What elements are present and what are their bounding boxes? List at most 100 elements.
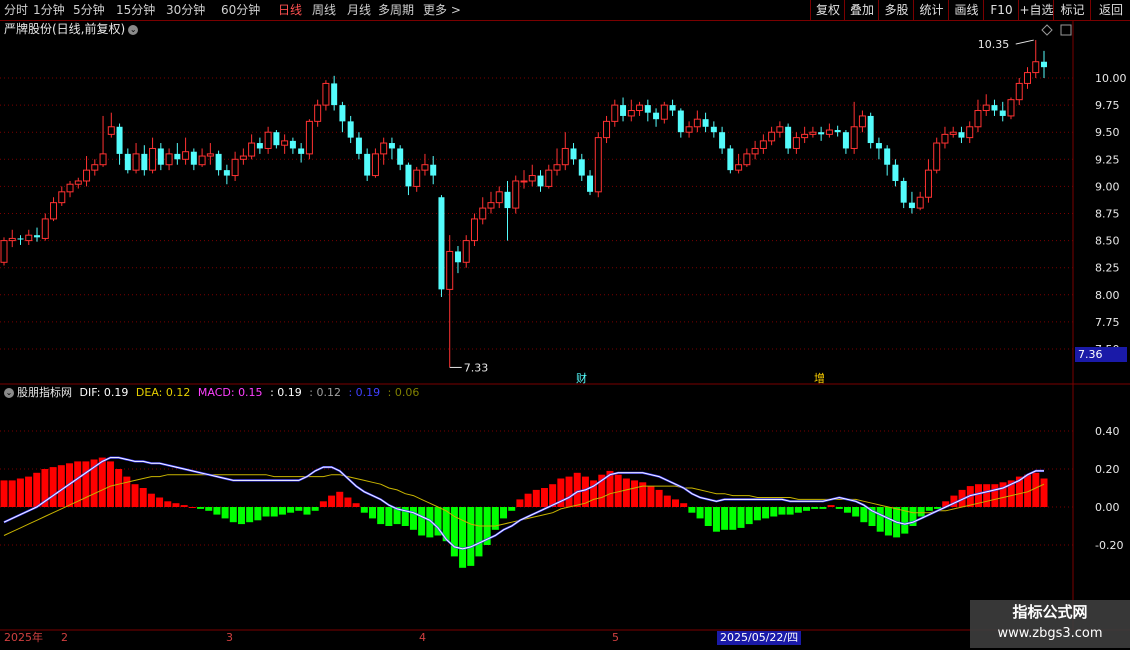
- candle-body: [620, 105, 627, 116]
- macd-bar: [565, 476, 573, 507]
- candle-body: [495, 191, 503, 204]
- macd-bar: [819, 507, 827, 509]
- macd-bar: [925, 507, 933, 511]
- macd-bar: [737, 507, 745, 528]
- candle-body: [41, 218, 49, 239]
- macd-bar: [1040, 478, 1048, 507]
- macd-bar: [843, 507, 851, 513]
- macd-bar: [647, 486, 655, 507]
- candle-body: [58, 191, 66, 204]
- macd-tick-label: 0.40: [1095, 425, 1120, 438]
- candle-body: [149, 147, 157, 171]
- candle-body: [165, 153, 173, 166]
- macd-bar: [8, 480, 16, 507]
- candle-body: [198, 155, 206, 166]
- candle-body: [289, 140, 296, 149]
- macd-bar: [540, 488, 548, 507]
- candle-body: [644, 105, 651, 113]
- candle-body: [248, 142, 256, 157]
- macd-bar: [753, 507, 761, 521]
- candle-body: [759, 140, 767, 149]
- macd-bar: [213, 507, 221, 515]
- macd-bar: [156, 497, 164, 507]
- watermark-logo: 指标公式网 www.zbgs3.com: [970, 600, 1130, 648]
- candle-body: [305, 120, 313, 155]
- price-tick-label: 8.00: [1095, 289, 1120, 302]
- candle-body: [239, 155, 247, 160]
- macd-bar: [524, 493, 532, 507]
- candle-body: [611, 104, 619, 122]
- candle-body: [223, 170, 230, 176]
- macd-bar: [622, 478, 630, 507]
- macd-bar: [57, 465, 65, 507]
- macd-bar: [835, 507, 843, 509]
- candle-body: [991, 105, 998, 111]
- candle-body: [91, 164, 99, 171]
- candle-body: [776, 126, 784, 133]
- price-tick-label: 7.75: [1095, 316, 1120, 329]
- candle-body: [1041, 61, 1047, 68]
- macd-tick-label: 0.20: [1095, 463, 1120, 476]
- candle-body: [653, 112, 660, 120]
- macd-bar: [49, 467, 57, 507]
- macd-bar: [500, 507, 508, 519]
- candle-body: [430, 164, 437, 176]
- macd-bar: [729, 507, 737, 530]
- candle-body: [627, 110, 635, 117]
- candle-body: [339, 105, 346, 122]
- candle-body: [958, 132, 965, 138]
- candle-body: [231, 158, 239, 177]
- candle-body: [17, 238, 24, 240]
- candle-body: [850, 126, 858, 149]
- candle-body: [908, 202, 915, 209]
- macd-bar: [16, 478, 24, 507]
- macd-bar: [172, 503, 180, 507]
- candle-body: [578, 159, 585, 176]
- candle-body: [355, 137, 362, 154]
- macd-bar: [123, 476, 131, 507]
- candle-body: [818, 132, 825, 135]
- macd-bar: [147, 493, 155, 507]
- kline-chart[interactable]: 10.00 9.75 9.50 9.25 9.00 8.75 8.50 8.25 8.00 7.7…: [0, 0, 1130, 650]
- candle-body: [8, 237, 16, 242]
- candle-body: [974, 110, 982, 128]
- price-tick-label: 8.25: [1095, 262, 1120, 275]
- candle-body: [462, 240, 470, 263]
- candle-body: [25, 234, 33, 242]
- candle-body: [438, 197, 445, 290]
- candle-body: [528, 175, 536, 182]
- macd-bar: [344, 497, 352, 507]
- macd-bar: [860, 507, 868, 523]
- candle-body: [702, 119, 709, 127]
- macd-bar: [516, 499, 524, 507]
- window-toggle-icon: [1060, 24, 1072, 36]
- macd-bar: [25, 476, 33, 507]
- candle-body: [545, 169, 553, 187]
- candle-body: [0, 240, 8, 263]
- event-mark-increase: 增: [814, 371, 825, 385]
- price-tick-label: 9.75: [1095, 99, 1120, 112]
- macd-bar: [0, 480, 8, 507]
- macd-bar: [876, 507, 884, 532]
- candle-body: [141, 153, 148, 171]
- candle-body: [900, 180, 907, 203]
- price-tick-label: 10.00: [1095, 72, 1127, 85]
- candle-body: [256, 143, 263, 149]
- diamond-icon: [1041, 24, 1053, 36]
- macd-bar: [352, 503, 360, 507]
- macd-bar: [459, 507, 467, 568]
- macd-bar: [385, 507, 393, 526]
- candle-body: [470, 218, 478, 242]
- macd-bar: [106, 461, 114, 507]
- candle-body: [858, 115, 866, 128]
- price-tick-label: 9.25: [1095, 153, 1120, 166]
- candle-body: [825, 129, 833, 135]
- macd-bar: [827, 505, 835, 507]
- candle-body: [875, 143, 882, 149]
- price-tick-label: 8.75: [1095, 208, 1120, 221]
- macd-bar: [33, 472, 41, 507]
- macd-bar: [311, 507, 319, 511]
- macd-bar: [221, 507, 229, 519]
- macd-bar: [229, 507, 237, 523]
- candle-body: [719, 132, 726, 149]
